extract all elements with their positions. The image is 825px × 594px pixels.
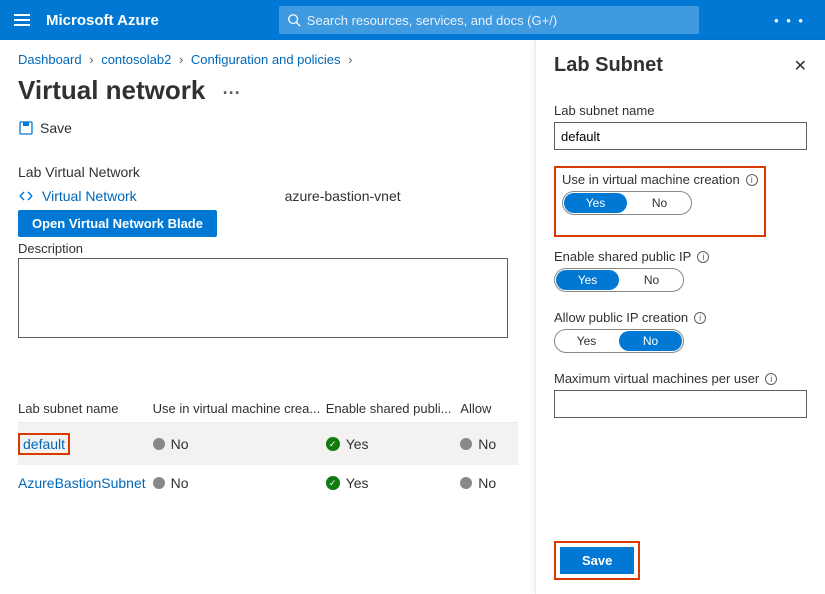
subnet-name-input[interactable] [554,122,807,150]
toggle-yes[interactable]: Yes [555,330,618,352]
status-dot-gray-icon [460,477,472,489]
label-use-vm: Use in virtual machine creationi [562,172,758,187]
chevron-right-icon: › [348,52,352,67]
subnet-name-link[interactable]: default [18,433,70,455]
label-allow-ip: Allow public IP creationi [554,310,807,325]
lab-subnet-panel: Lab Subnet ✕ Lab subnet name Use in virt… [535,40,825,594]
label-shared-ip: Enable shared public IPi [554,249,807,264]
page-title: Virtual network [18,75,205,105]
status-check-icon: ✓ [326,476,340,490]
col-subnet-name[interactable]: Lab subnet name [18,401,153,416]
global-search[interactable] [279,6,699,34]
top-navbar: Microsoft Azure • • • [0,0,825,40]
status-allow: No [460,436,518,452]
breadcrumb-lab[interactable]: contosolab2 [101,52,171,67]
virtual-network-label: Virtual Network [42,188,137,204]
overflow-menu-icon[interactable]: • • • [764,13,815,28]
toggle-no[interactable]: No [628,192,691,214]
table-row[interactable]: AzureBastionSubnet No ✓Yes No [18,465,518,501]
label-max-vm: Maximum virtual machines per useri [554,371,807,386]
description-textarea[interactable] [18,258,508,338]
status-shared: ✓Yes [326,475,461,491]
toggle-no[interactable]: No [620,269,683,291]
col-shared-ip[interactable]: Enable shared publi... [326,401,461,416]
info-icon[interactable]: i [765,373,777,385]
col-allow[interactable]: Allow [460,401,518,416]
breadcrumb-dashboard[interactable]: Dashboard [18,52,82,67]
subnet-table: Lab subnet name Use in virtual machine c… [18,395,518,501]
info-icon[interactable]: i [746,174,758,186]
save-button[interactable]: Save [18,120,72,136]
status-shared: ✓Yes [326,436,461,452]
save-icon [18,120,34,136]
chevron-right-icon: › [89,52,93,67]
toggle-shared-ip[interactable]: Yes No [554,268,684,292]
breadcrumb-config[interactable]: Configuration and policies [191,52,341,67]
table-row[interactable]: default No ✓Yes No [18,423,518,465]
status-dot-gray-icon [153,477,165,489]
toggle-allow-ip[interactable]: Yes No [554,329,684,353]
panel-save-button[interactable]: Save [560,547,634,574]
status-check-icon: ✓ [326,437,340,451]
menu-icon[interactable] [10,10,34,30]
status-dot-gray-icon [460,438,472,450]
chevron-right-icon: › [179,52,183,67]
status-dot-gray-icon [153,438,165,450]
subnet-name-link[interactable]: AzureBastionSubnet [18,475,146,491]
vnet-name-value: azure-bastion-vnet [285,188,401,204]
info-icon[interactable]: i [694,312,706,324]
brand-label: Microsoft Azure [46,12,159,29]
page-more-icon[interactable]: ··· [223,83,241,103]
search-input[interactable] [307,13,691,28]
close-icon[interactable]: ✕ [794,56,807,76]
max-vm-input[interactable] [554,390,807,418]
toggle-yes[interactable]: Yes [556,270,619,290]
toggle-no[interactable]: No [619,331,682,351]
label-subnet-name: Lab subnet name [554,103,807,118]
col-use-vm[interactable]: Use in virtual machine crea... [153,401,326,416]
table-header: Lab subnet name Use in virtual machine c… [18,395,518,423]
vnet-icon [18,190,34,202]
toggle-yes[interactable]: Yes [564,193,627,213]
info-icon[interactable]: i [697,251,709,263]
status-allow: No [460,475,518,491]
search-icon [287,13,301,27]
toggle-use-vm[interactable]: Yes No [562,191,692,215]
open-vnet-blade-button[interactable]: Open Virtual Network Blade [18,210,217,237]
status-use: No [153,436,326,452]
status-use: No [153,475,326,491]
panel-title: Lab Subnet [554,54,663,77]
